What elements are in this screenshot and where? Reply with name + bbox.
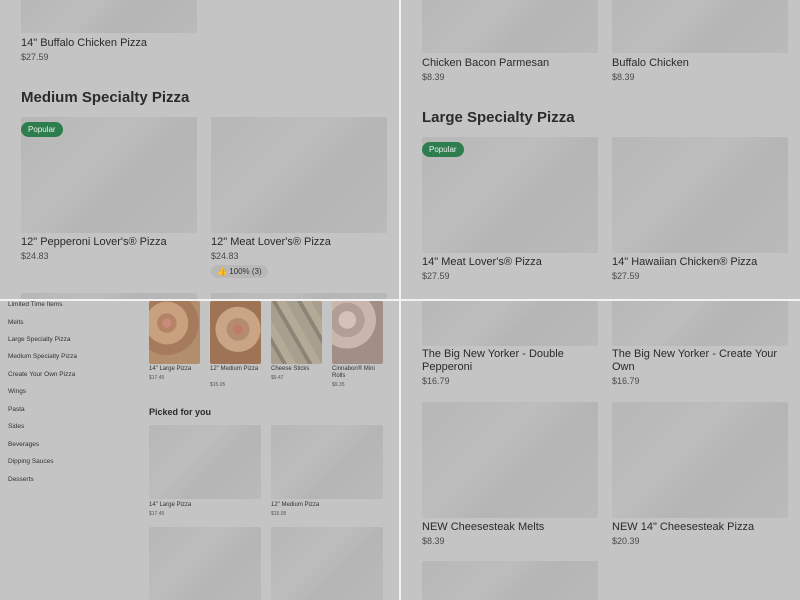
item-price: $27.59 — [422, 271, 450, 281]
item-price: $8.39 — [422, 72, 445, 82]
item-name[interactable]: NEW Cheesesteak Melts — [422, 521, 544, 534]
item-image[interactable] — [211, 117, 387, 233]
item-name[interactable]: 12" Medium Pizza — [271, 502, 319, 509]
item-name[interactable]: 14" Large Pizza — [149, 366, 201, 373]
rating-badge: 👍 100% (3) — [211, 265, 268, 278]
item-price: $20.39 — [612, 536, 640, 546]
item-name[interactable]: 12" Meat Lover's® Pizza — [211, 236, 331, 249]
item-name[interactable]: The Big New Yorker - Double Pepperoni — [422, 348, 598, 374]
item-name[interactable]: 12" Pepperoni Lover's® Pizza — [21, 236, 167, 249]
item-image[interactable] — [612, 301, 788, 346]
item-price: $17.45 — [149, 511, 165, 517]
item-price: $8.39 — [612, 72, 635, 82]
item-name[interactable]: Buffalo Chicken — [612, 57, 689, 70]
item-name[interactable]: 14" Hawaiian Chicken® Pizza — [612, 256, 757, 269]
item-image[interactable] — [149, 425, 261, 499]
quadrant-top-right: Chicken Bacon Parmesan $8.39 Buffalo Chi… — [401, 0, 800, 299]
thumbs-up-icon: 👍 — [217, 267, 227, 276]
item-image[interactable] — [271, 425, 383, 499]
category-dipping-sauces[interactable]: Dipping Sauces — [8, 458, 54, 465]
quadrant-bottom-right: The Big New Yorker - Double Pepperoni $1… — [401, 301, 800, 600]
item-image[interactable] — [422, 561, 598, 600]
section-title: Large Specialty Pizza — [422, 109, 575, 126]
item-image[interactable] — [210, 301, 261, 364]
category-melts[interactable]: Melts — [8, 319, 24, 326]
item-image[interactable] — [271, 301, 322, 364]
popular-badge: Popular — [21, 122, 63, 137]
item-image[interactable] — [612, 0, 788, 53]
category-create-your-own-pizza[interactable]: Create Your Own Pizza — [8, 371, 75, 378]
item-image[interactable] — [21, 0, 197, 33]
item-price: $27.59 — [21, 52, 49, 62]
rating-value: 100% (3) — [229, 267, 262, 276]
item-name[interactable]: Cheese Sticks — [271, 366, 323, 373]
item-name[interactable]: The Big New Yorker - Create Your Own — [612, 348, 788, 374]
item-image[interactable] — [612, 402, 788, 518]
item-price: $8.39 — [422, 536, 445, 546]
item-image[interactable] — [149, 527, 261, 600]
quadrant-divider — [0, 299, 800, 301]
item-price: $16.79 — [612, 376, 640, 386]
category-desserts[interactable]: Desserts — [8, 476, 34, 483]
category-wings[interactable]: Wings — [8, 388, 26, 395]
item-name[interactable]: 14" Buffalo Chicken Pizza — [21, 37, 147, 50]
item-image[interactable] — [612, 137, 788, 253]
item-price: $9.47 — [271, 375, 284, 381]
item-price: $15.05 — [210, 382, 226, 388]
item-price: $24.83 — [211, 251, 239, 261]
item-price: $16.79 — [422, 376, 450, 386]
item-image[interactable] — [332, 301, 383, 364]
item-image[interactable] — [422, 301, 598, 346]
item-image[interactable] — [422, 402, 598, 518]
item-name[interactable]: 12" Medium Pizza — [210, 366, 262, 373]
category-sides[interactable]: Sides — [8, 423, 24, 430]
item-name[interactable]: 14" Large Pizza — [149, 502, 191, 509]
quadrant-top-left: 14" Buffalo Chicken Pizza $27.59 Medium … — [0, 0, 399, 299]
item-name[interactable]: Cinnabon® Mini Rolls — [332, 366, 384, 380]
item-image[interactable] — [422, 0, 598, 53]
item-price: $15.05 — [271, 511, 287, 517]
item-image[interactable] — [149, 301, 200, 364]
item-price: $9.35 — [332, 382, 345, 388]
item-price: $17.45 — [149, 375, 165, 381]
category-medium-specialty-pizza[interactable]: Medium Specialty Pizza — [8, 353, 77, 360]
item-price: $24.83 — [21, 251, 49, 261]
item-image[interactable] — [271, 527, 383, 600]
item-name[interactable]: 14" Meat Lover's® Pizza — [422, 256, 542, 269]
section-title: Picked for you — [149, 407, 212, 417]
section-title: Medium Specialty Pizza — [21, 89, 190, 106]
quadrant-bottom-left: Limited Time Items Melts Large Specialty… — [0, 301, 399, 600]
category-beverages[interactable]: Beverages — [8, 441, 39, 448]
item-price: $27.59 — [612, 271, 640, 281]
category-large-specialty-pizza[interactable]: Large Specialty Pizza — [8, 336, 71, 343]
category-pasta[interactable]: Pasta — [8, 406, 25, 413]
item-name[interactable]: Chicken Bacon Parmesan — [422, 57, 549, 70]
item-name[interactable]: NEW 14" Cheesesteak Pizza — [612, 521, 754, 534]
popular-badge: Popular — [422, 142, 464, 157]
category-limited-time-items[interactable]: Limited Time Items — [8, 301, 63, 308]
